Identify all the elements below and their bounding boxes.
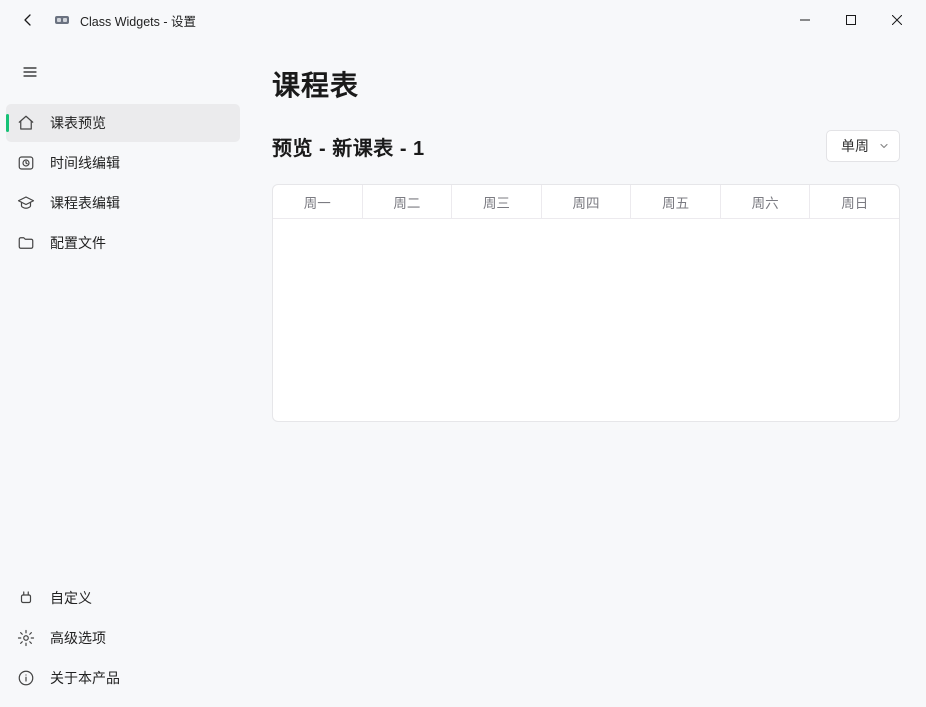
- table-header-cell: 周二: [363, 185, 453, 218]
- minimize-button[interactable]: [782, 0, 828, 40]
- clock-icon: [16, 153, 36, 173]
- window-title: Class Widgets - 设置: [80, 11, 196, 30]
- table-header-cell: 周四: [542, 185, 632, 218]
- sidebar-item-course[interactable]: 课程表编辑: [6, 184, 240, 222]
- sidebar-item-about[interactable]: 关于本产品: [6, 659, 240, 697]
- sidebar-item-label: 关于本产品: [50, 668, 120, 688]
- sub-header-row: 预览 - 新课表 - 1 单周: [272, 130, 900, 162]
- sidebar-item-advanced[interactable]: 高级选项: [6, 619, 240, 657]
- info-icon: [16, 668, 36, 688]
- chevron-down-icon: [879, 141, 889, 151]
- titlebar: Class Widgets - 设置: [0, 0, 926, 40]
- plugin-icon: [16, 588, 36, 608]
- nav-top-list: 课表预览 时间线编辑 课程表编辑 配置文件: [6, 104, 240, 262]
- sidebar-item-preview[interactable]: 课表预览: [6, 104, 240, 142]
- week-type-dropdown[interactable]: 单周: [826, 130, 900, 162]
- table-header-cell: 周日: [810, 185, 899, 218]
- schedule-table: 周一 周二 周三 周四 周五 周六 周日: [272, 184, 900, 422]
- sidebar-item-label: 配置文件: [50, 233, 106, 253]
- main-content: 课程表 预览 - 新课表 - 1 单周 周一 周二 周三 周四 周五 周六 周日: [246, 40, 926, 707]
- close-button[interactable]: [874, 0, 920, 40]
- hamburger-button[interactable]: [10, 54, 50, 90]
- table-header-cell: 周三: [452, 185, 542, 218]
- sidebar-item-label: 高级选项: [50, 628, 106, 648]
- sidebar-item-label: 时间线编辑: [50, 153, 120, 173]
- app-icon: [54, 12, 70, 28]
- sidebar-item-timeline[interactable]: 时间线编辑: [6, 144, 240, 182]
- graduation-cap-icon: [16, 193, 36, 213]
- sub-heading: 预览 - 新课表 - 1: [272, 132, 425, 161]
- folder-icon: [16, 233, 36, 253]
- back-button[interactable]: [14, 6, 42, 34]
- arrow-left-icon: [20, 12, 36, 28]
- close-icon: [892, 15, 902, 25]
- sidebar-item-label: 课程表编辑: [50, 193, 120, 213]
- table-header-row: 周一 周二 周三 周四 周五 周六 周日: [273, 185, 899, 219]
- table-header-cell: 周一: [273, 185, 363, 218]
- maximize-button[interactable]: [828, 0, 874, 40]
- nav-bottom-list: 自定义 高级选项 关于本产品: [6, 579, 240, 697]
- sidebar: 课表预览 时间线编辑 课程表编辑 配置文件: [0, 40, 246, 707]
- sidebar-item-config[interactable]: 配置文件: [6, 224, 240, 262]
- sidebar-item-label: 自定义: [50, 588, 92, 608]
- minimize-icon: [800, 15, 810, 25]
- home-icon: [16, 113, 36, 133]
- sidebar-item-label: 课表预览: [50, 113, 106, 133]
- table-header-cell: 周五: [631, 185, 721, 218]
- page-title: 课程表: [272, 64, 900, 104]
- gear-icon: [16, 628, 36, 648]
- hamburger-icon: [22, 64, 38, 80]
- sidebar-item-custom[interactable]: 自定义: [6, 579, 240, 617]
- table-header-cell: 周六: [721, 185, 811, 218]
- maximize-icon: [846, 15, 856, 25]
- dropdown-value: 单周: [841, 136, 869, 156]
